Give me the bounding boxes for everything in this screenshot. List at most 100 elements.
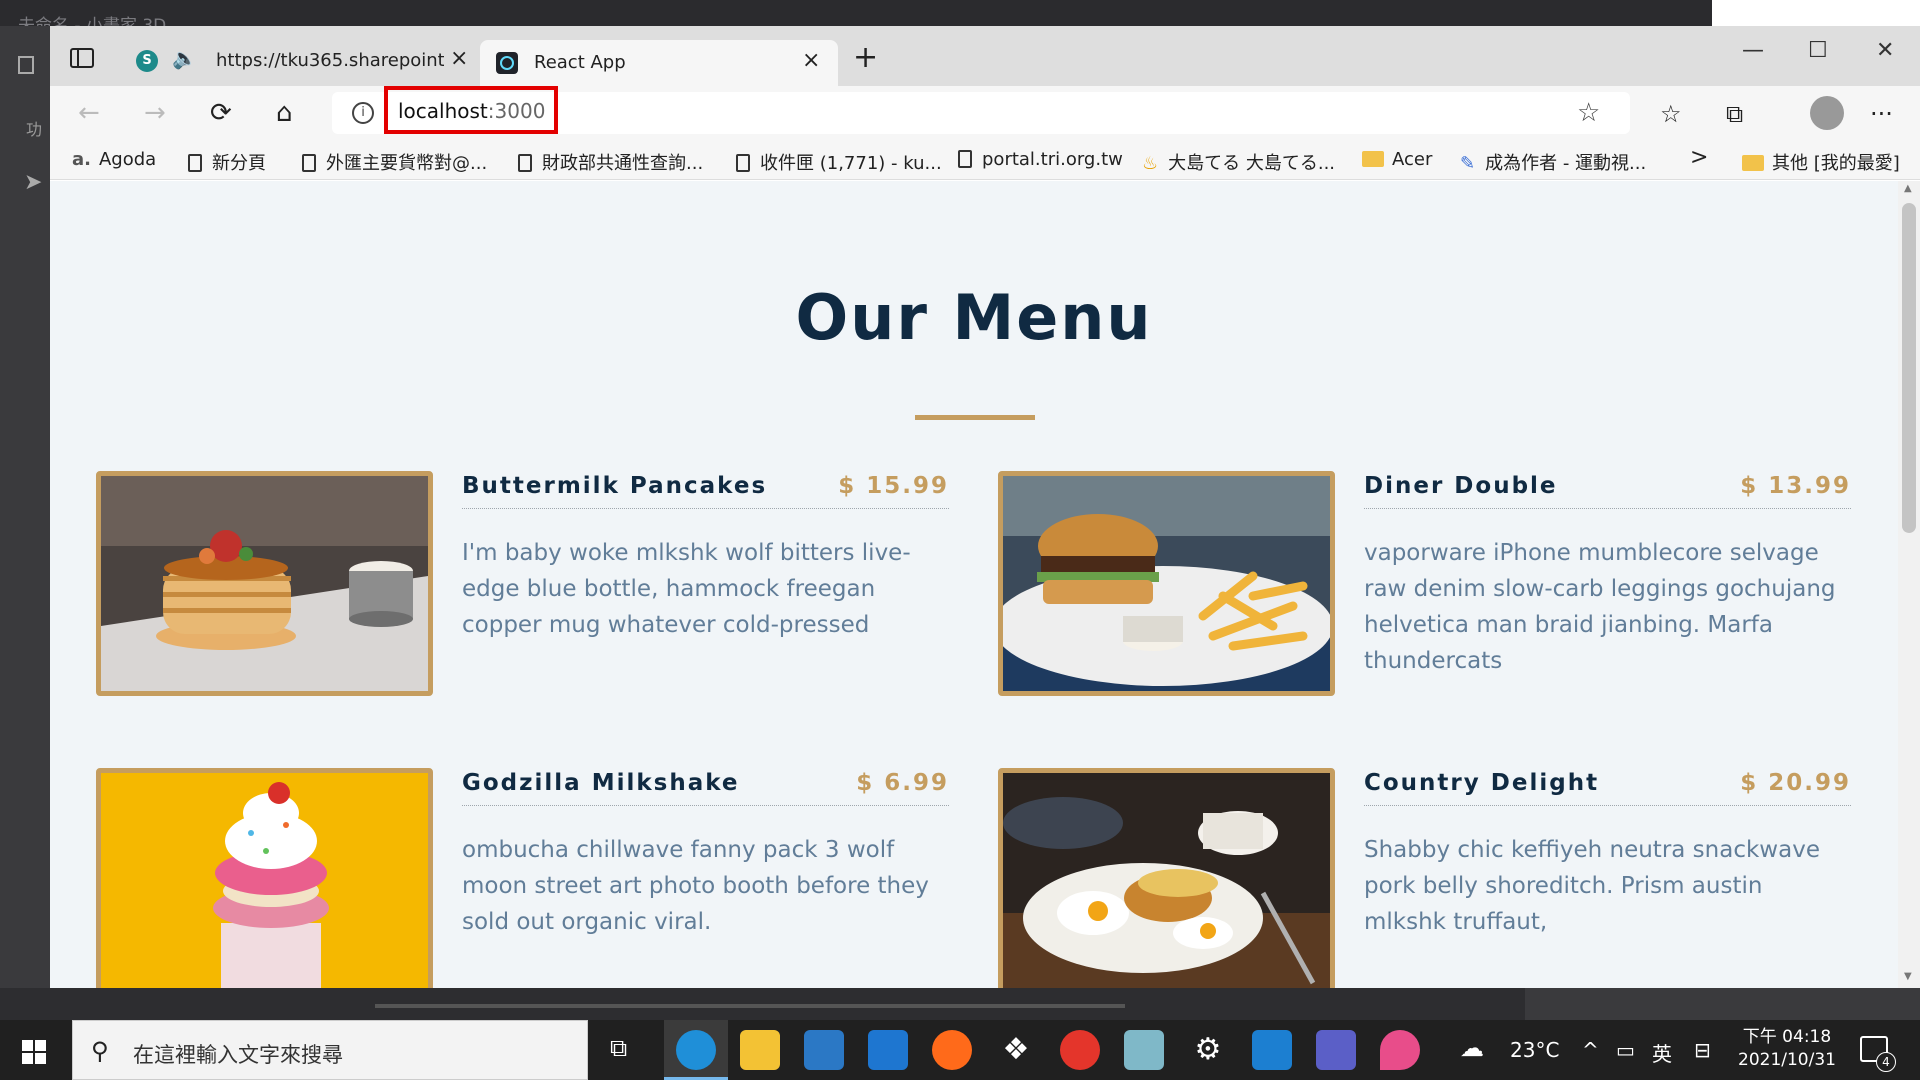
- close-window-button[interactable]: ✕: [1876, 38, 1894, 63]
- tab-close-icon[interactable]: ×: [802, 48, 820, 73]
- teams-icon[interactable]: [1316, 1030, 1356, 1070]
- search-icon: ⚲: [91, 1037, 109, 1065]
- item-price: $ 20.99: [1740, 770, 1851, 796]
- minimize-button[interactable]: —: [1742, 38, 1764, 63]
- ime-indicator[interactable]: 英: [1652, 1038, 1672, 1067]
- tray-chevron-icon[interactable]: ^: [1582, 1038, 1599, 1062]
- collections-icon[interactable]: ⧉: [1726, 100, 1743, 128]
- bookmarks-overflow-icon[interactable]: >: [1690, 145, 1708, 170]
- background-side-label: 功: [26, 120, 43, 139]
- profile-avatar[interactable]: [1810, 96, 1844, 130]
- burger-photo: [998, 471, 1335, 696]
- add-favorite-icon[interactable]: ☆: [1577, 98, 1600, 128]
- cursor-tool-icon[interactable]: ➤: [24, 170, 42, 195]
- app-icon[interactable]: [1124, 1030, 1164, 1070]
- bookmark-new-tab[interactable]: 新分頁: [188, 149, 266, 175]
- agoda-icon: a.: [72, 149, 91, 170]
- bookmark-label: 收件匣 (1,771) - ku...: [760, 153, 942, 174]
- bookmark-acer[interactable]: Acer: [1362, 149, 1432, 170]
- bookmark-inbox[interactable]: 收件匣 (1,771) - ku...: [736, 149, 942, 175]
- weather-temp[interactable]: 23°C: [1510, 1038, 1559, 1062]
- dropbox-icon[interactable]: ❖: [996, 1030, 1036, 1070]
- other-favorites-folder[interactable]: 其他 [我的最愛]: [1742, 149, 1900, 175]
- chrome-icon[interactable]: [1060, 1030, 1100, 1070]
- flame-icon: ♨: [1142, 153, 1159, 174]
- background-panel-bottom: [1525, 988, 1920, 1020]
- bookmark-forex[interactable]: 外匯主要貨幣對@...: [302, 149, 487, 175]
- bookmark-label: portal.tri.org.tw: [982, 149, 1123, 170]
- notification-count: 4: [1876, 1052, 1896, 1072]
- title-underline: [915, 415, 1035, 420]
- page-icon: [518, 154, 532, 172]
- item-price: $ 15.99: [838, 473, 949, 499]
- browser-window: S 🔈 https://tku365.sharepoint.com × Reac…: [50, 26, 1920, 988]
- bookmark-mof[interactable]: 財政部共通性查詢...: [518, 149, 703, 175]
- home-button[interactable]: ⌂: [276, 98, 293, 128]
- background-app-titlebar: 未命名 - 小畫家 3D: [0, 0, 1712, 36]
- bookmark-oshimaland[interactable]: ♨ 大島てる 大島てる...: [1142, 149, 1335, 175]
- favorites-icon[interactable]: ☆: [1660, 100, 1682, 128]
- url-text[interactable]: localhost:3000: [398, 99, 545, 123]
- item-name: Country Delight: [1364, 770, 1600, 796]
- clock-date: 2021/10/31: [1738, 1050, 1836, 1070]
- page-icon: [188, 154, 202, 172]
- new-tab-button[interactable]: +: [853, 40, 878, 75]
- bookmark-portal[interactable]: portal.tri.org.tw: [958, 149, 1123, 170]
- menu-item-info: Diner Double $ 13.99 vaporware iPhone mu…: [1364, 471, 1851, 679]
- item-description: ombucha chillwave fanny pack 3 wolf moon…: [462, 837, 929, 935]
- menu-item: Country Delight $ 20.99 Shabby chic keff…: [998, 768, 1878, 988]
- task-view-icon[interactable]: ⧉: [610, 1034, 627, 1062]
- bookmark-label: 財政部共通性查詢...: [542, 153, 704, 174]
- scroll-down-icon[interactable]: ▼: [1904, 971, 1912, 982]
- vscode-icon[interactable]: [1252, 1030, 1292, 1070]
- more-menu-icon[interactable]: ···: [1870, 100, 1893, 128]
- bookmark-label: Agoda: [98, 149, 157, 170]
- sharepoint-icon: S: [136, 50, 158, 72]
- bookmark-label: Acer: [1392, 149, 1433, 170]
- menu-item-info: Buttermilk Pancakes $ 15.99 I'm baby wok…: [462, 471, 949, 643]
- site-info-icon[interactable]: i: [352, 102, 374, 124]
- page-scrollbar[interactable]: ▲ ▼: [1898, 181, 1920, 988]
- pancakes-photo: [96, 471, 433, 696]
- tab-label: React App: [534, 52, 626, 73]
- paint3d-icon[interactable]: [1380, 1030, 1420, 1070]
- file-explorer-icon[interactable]: [740, 1030, 780, 1070]
- tab-react-app[interactable]: React App ×: [480, 40, 838, 86]
- taskbar-search-input[interactable]: ⚲ 在這裡輸入文字來搜尋: [72, 1020, 588, 1080]
- ime-mode-icon[interactable]: ⊟: [1694, 1038, 1711, 1062]
- breakfast-photo: [998, 768, 1335, 988]
- item-description: I'm baby woke mlkshk wolf bitters live-e…: [462, 540, 911, 638]
- taskbar-clock[interactable]: 下午 04:18 2021/10/31: [1738, 1026, 1836, 1072]
- bookmark-agoda[interactable]: a. Agoda: [72, 149, 156, 170]
- page-title: Our Menu: [795, 281, 1153, 354]
- speaker-icon[interactable]: 🔈: [172, 46, 197, 70]
- firefox-icon[interactable]: [932, 1030, 972, 1070]
- tab-actions-icon[interactable]: [70, 48, 94, 68]
- tab-sharepoint[interactable]: S 🔈 https://tku365.sharepoint.com ×: [120, 34, 480, 86]
- bookmark-label: 外匯主要貨幣對@...: [326, 153, 488, 174]
- tab-close-icon[interactable]: ×: [450, 46, 468, 71]
- bookmark-author[interactable]: ✎ 成為作者 - 運動視...: [1460, 149, 1646, 175]
- taskbar: ⚲ 在這裡輸入文字來搜尋 ⧉ ❖ ⚙ ☁ 23°C ^ ▭ 英 ⊟ 下午 04:…: [0, 1020, 1920, 1080]
- settings-icon[interactable]: ⚙: [1188, 1030, 1228, 1070]
- clock-time: 下午 04:18: [1742, 1027, 1832, 1047]
- tab-strip: S 🔈 https://tku365.sharepoint.com × Reac…: [50, 26, 1920, 86]
- menu-item-info: Godzilla Milkshake $ 6.99 ombucha chillw…: [462, 768, 949, 940]
- menu-item: Diner Double $ 13.99 vaporware iPhone mu…: [998, 471, 1878, 701]
- store-icon[interactable]: [804, 1030, 844, 1070]
- back-button[interactable]: ←: [78, 98, 100, 128]
- reload-button[interactable]: ⟳: [210, 98, 232, 128]
- item-price: $ 6.99: [856, 770, 949, 796]
- maximize-button[interactable]: ☐: [1808, 38, 1828, 63]
- network-icon[interactable]: ▭: [1616, 1038, 1635, 1062]
- bookmark-label: 其他 [我的最愛]: [1772, 153, 1900, 174]
- weather-icon[interactable]: ☁: [1460, 1034, 1484, 1062]
- url-host: localhost: [398, 99, 488, 123]
- forward-button[interactable]: →: [144, 98, 166, 128]
- scrollbar-thumb[interactable]: [1902, 203, 1916, 533]
- mail-icon[interactable]: [868, 1030, 908, 1070]
- windows-start-icon[interactable]: [22, 1040, 46, 1064]
- edge-icon[interactable]: [676, 1030, 716, 1070]
- folder-icon: [1362, 151, 1384, 167]
- scroll-up-icon[interactable]: ▲: [1904, 183, 1912, 194]
